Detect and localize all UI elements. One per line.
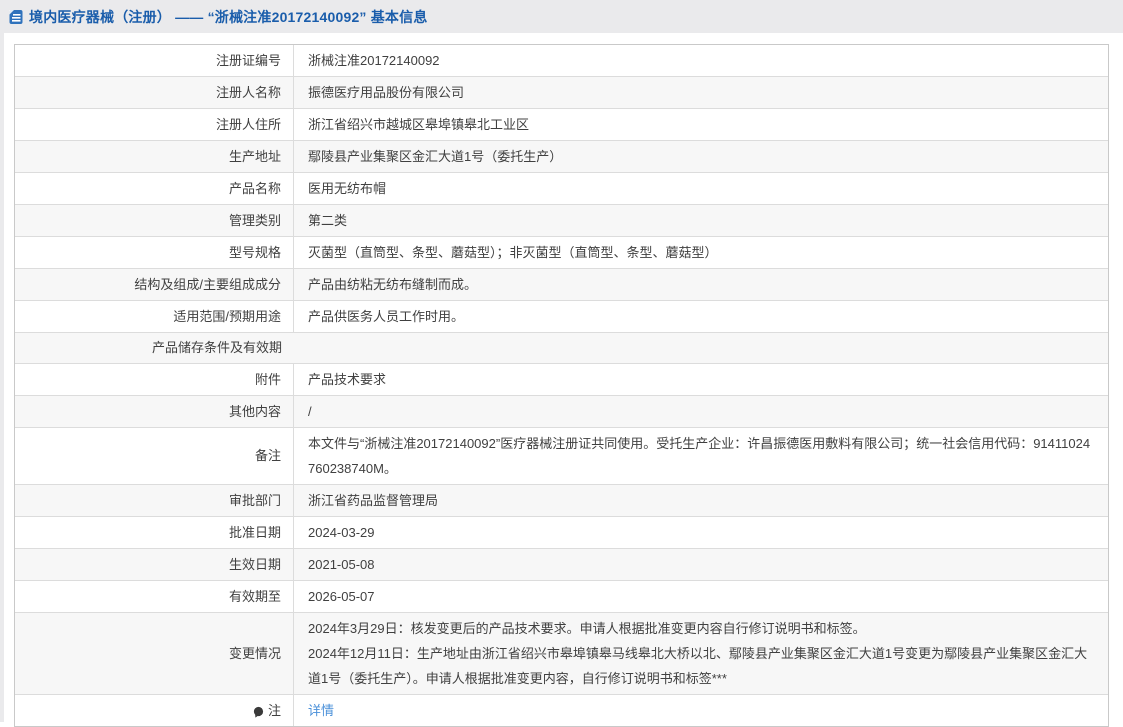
- value-line: 2024年12月11日：生产地址由浙江省绍兴市皋埠镇皋马线皋北大桥以北、鄢陵县产…: [308, 646, 1088, 686]
- page-edge-strip: [0, 33, 4, 722]
- row-value: 2024年3月29日：核发变更后的产品技术要求。申请人根据批准变更内容自行修订说…: [294, 613, 1108, 694]
- table-row: 生产地址 鄢陵县产业集聚区金汇大道1号（委托生产）: [15, 140, 1108, 172]
- row-value: 2024-03-29: [308, 525, 375, 540]
- row-label-text: 生效日期: [228, 556, 281, 572]
- row-label: 注册人住所: [15, 109, 294, 140]
- row-label: 适用范围/预期用途: [15, 301, 294, 332]
- table-row: 批准日期 2024-03-29: [15, 516, 1108, 548]
- table-row: 管理类别 第二类: [15, 204, 1108, 236]
- row-label-text: 有效期至: [228, 588, 281, 604]
- row-value: 医用无纺布帽: [308, 181, 387, 196]
- row-label: 批准日期: [15, 517, 294, 548]
- page-header: 境内医疗器械（注册） —— “浙械注准20172140092” 基本信息: [0, 0, 1123, 33]
- table-row: 审批部门 浙江省药品监督管理局: [15, 484, 1108, 516]
- row-value: 详情: [294, 695, 1108, 726]
- row-label-text: 批准日期: [228, 524, 281, 540]
- row-value: [294, 333, 1108, 363]
- info-table-body: 注册证编号 浙械注准20172140092 注册人名称 振德医疗用品股份有限公司 注册人…: [15, 45, 1108, 726]
- row-value: 浙江省药品监督管理局: [308, 493, 439, 508]
- row-label-text: 备注: [254, 448, 281, 463]
- row-label-text: 审批部门: [228, 492, 281, 508]
- row-label: 注册人名称: [15, 77, 294, 108]
- table-row: 型号规格 灭菌型（直筒型、条型、蘑菇型）；非灭菌型（直筒型、条型、蘑菇型）: [15, 236, 1108, 268]
- row-label: 生产地址: [15, 141, 294, 172]
- row-label: 产品名称: [15, 173, 294, 204]
- row-value: 产品供医务人员工作时用。: [308, 309, 465, 324]
- table-row: 其他内容 /: [15, 395, 1108, 427]
- table-row: 变更情况 2024年3月29日：核发变更后的产品技术要求。申请人根据批准变更内容自…: [15, 612, 1108, 694]
- row-label: 注: [15, 695, 294, 726]
- row-label: 其他内容: [15, 396, 294, 427]
- row-value: 鄢陵县产业集聚区金汇大道1号（委托生产）: [308, 149, 563, 164]
- row-label: 产品储存条件及有效期: [15, 333, 294, 363]
- row-label-text: 型号规格: [228, 244, 281, 260]
- value-line: 2024年3月29日：核发变更后的产品技术要求。申请人根据批准变更内容自行修订说…: [308, 621, 866, 636]
- row-label-text: 结构及组成/主要组成成分: [134, 276, 281, 292]
- row-label-text: 注册证编号: [215, 52, 281, 68]
- row-label-text: 注册人住所: [215, 116, 281, 132]
- row-label-text: 产品储存条件及有效期: [151, 340, 282, 355]
- table-row: 注册人名称 振德医疗用品股份有限公司: [15, 76, 1108, 108]
- row-value: /: [308, 404, 312, 419]
- table-row: 结构及组成/主要组成成分 产品由纺粘无纺布缝制而成。: [15, 268, 1108, 300]
- row-label: 生效日期: [15, 549, 294, 580]
- row-label-text: 产品名称: [228, 180, 281, 196]
- row-label: 注册证编号: [15, 45, 294, 76]
- row-value: 浙械注准20172140092: [308, 53, 440, 68]
- row-label: 变更情况: [15, 613, 294, 694]
- row-label-text: 生产地址: [228, 148, 281, 164]
- row-value: 本文件与“浙械注准20172140092”医疗器械注册证共同使用。受托生产企业：…: [308, 436, 1091, 476]
- row-label-text: 适用范围/预期用途: [173, 308, 281, 324]
- row-value: 产品由纺粘无纺布缝制而成。: [308, 277, 478, 292]
- row-label: 管理类别: [15, 205, 294, 236]
- row-value: 第二类: [308, 213, 348, 228]
- row-value: 振德医疗用品股份有限公司: [308, 85, 465, 100]
- row-label-text: 注册人名称: [215, 84, 281, 100]
- table-row: 产品名称 医用无纺布帽: [15, 172, 1108, 204]
- row-label: 审批部门: [15, 485, 294, 516]
- page-title: 境内医疗器械（注册） —— “浙械注准20172140092” 基本信息: [29, 8, 428, 25]
- row-value: 灭菌型（直筒型、条型、蘑菇型）；非灭菌型（直筒型、条型、蘑菇型）: [308, 245, 718, 260]
- row-label: 附件: [15, 364, 294, 395]
- lightbulb-icon: [252, 706, 265, 720]
- row-label-text: 其他内容: [228, 403, 281, 419]
- table-row: 有效期至 2026-05-07: [15, 580, 1108, 612]
- registration-info-table: 注册证编号 浙械注准20172140092 注册人名称 振德医疗用品股份有限公司 注册人…: [14, 44, 1109, 727]
- table-row: 注册人住所 浙江省绍兴市越城区皋埠镇皋北工业区: [15, 108, 1108, 140]
- row-value: 2026-05-07: [308, 589, 375, 604]
- row-value: 产品技术要求: [308, 372, 387, 387]
- row-value: 2021-05-08: [308, 557, 375, 572]
- row-label: 型号规格: [15, 237, 294, 268]
- table-row: 附件 产品技术要求: [15, 363, 1108, 395]
- table-row: 注册证编号 浙械注准20172140092: [15, 45, 1108, 76]
- row-label-text: 变更情况: [228, 645, 281, 661]
- detail-link[interactable]: 详情: [308, 698, 334, 723]
- row-label-text: 附件: [254, 371, 281, 387]
- row-label: 结构及组成/主要组成成分: [15, 269, 294, 300]
- row-label-text: 注: [267, 702, 281, 718]
- row-value: 浙江省绍兴市越城区皋埠镇皋北工业区: [308, 117, 530, 132]
- document-icon: [8, 9, 24, 25]
- table-row: 生效日期 2021-05-08: [15, 548, 1108, 580]
- row-label: 备注: [15, 428, 294, 484]
- table-row: 产品储存条件及有效期: [15, 332, 1108, 363]
- table-row: 注 详情: [15, 694, 1108, 726]
- row-label: 有效期至: [15, 581, 294, 612]
- table-row: 适用范围/预期用途 产品供医务人员工作时用。: [15, 300, 1108, 332]
- table-row: 备注 本文件与“浙械注准20172140092”医疗器械注册证共同使用。受托生产企…: [15, 427, 1108, 484]
- row-label-text: 管理类别: [228, 212, 281, 228]
